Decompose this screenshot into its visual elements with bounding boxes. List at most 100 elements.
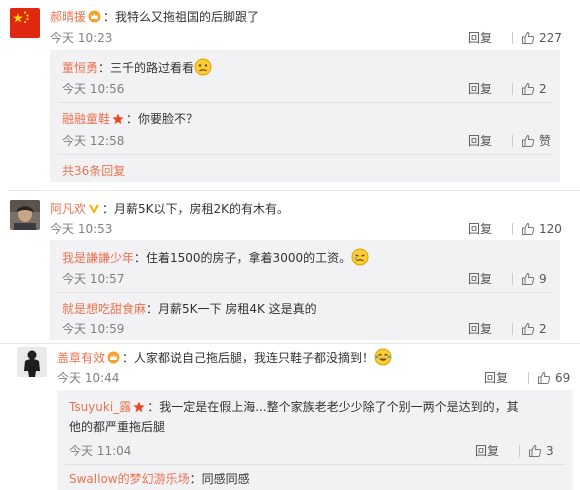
avatar[interactable]: [10, 8, 40, 38]
verified-v-icon: [88, 203, 100, 218]
like-button[interactable]: 2: [521, 322, 547, 336]
star-badge-icon: [133, 401, 145, 416]
username-link[interactable]: 盖章有效: [57, 351, 105, 365]
avatar[interactable]: [10, 200, 40, 230]
star-badge-icon: [112, 113, 124, 128]
reply-body: ：你要脸不？: [126, 112, 199, 126]
like-button[interactable]: 赞: [521, 132, 551, 149]
reply-body: ：月薪5K一下 房租4K 这是真的: [146, 302, 317, 316]
divider: [65, 464, 565, 465]
thumbs-up-icon: [522, 322, 535, 335]
thumbs-up-icon: [522, 272, 535, 285]
like-count: 3: [546, 443, 554, 458]
reply-text: 我是謙謙少年：住着1500的房子，拿着3000的工资。: [62, 248, 369, 269]
like-count: 9: [539, 271, 547, 286]
reply-button[interactable]: 回复: [468, 132, 512, 149]
like-count: 赞: [539, 134, 552, 148]
like-button[interactable]: 227: [521, 31, 562, 45]
timestamp: 今天 11:04: [69, 444, 132, 458]
separator: [512, 134, 513, 147]
timestamp: 今天 10:57: [62, 272, 125, 286]
username-link[interactable]: Tsuyuki_露: [69, 400, 131, 414]
reply-actions: 回复 3: [475, 442, 554, 459]
reply-text: Tsuyuki_露 ：我一定是在假上海...整个家族老老少少除了个别一两个是达到的…: [69, 398, 519, 416]
crying-face-emoji-icon: [351, 248, 369, 269]
username-link[interactable]: Swallow的梦幻游乐场: [69, 472, 190, 486]
comment-body: ：人家都说自己拖后腿，我连只鞋子都没摘到！: [122, 351, 375, 365]
more-replies-link[interactable]: 共36条回复: [62, 162, 125, 179]
reply-button[interactable]: 回复: [468, 320, 512, 337]
reply-body: ：同感同感: [189, 472, 250, 486]
separator: [528, 371, 529, 384]
reply-actions: 回复 2: [468, 320, 547, 337]
reply-button[interactable]: 回复: [484, 369, 528, 386]
reply-actions: 回复 9: [468, 270, 547, 287]
reply-list: Tsuyuki_露 ：我一定是在假上海...整个家族老老少少除了个别一两个是达到的…: [57, 390, 573, 490]
like-button[interactable]: 2: [521, 82, 547, 96]
separator: [512, 82, 513, 95]
reply-button[interactable]: 回复: [468, 270, 512, 287]
sad-face-emoji-icon: [194, 58, 212, 79]
reply-text-continued: 他的都严重拖后腿: [69, 420, 166, 434]
timestamp: 今天 10:53: [50, 222, 113, 236]
like-button[interactable]: 69: [537, 371, 570, 385]
username-link[interactable]: 融融童鞋: [62, 112, 110, 126]
username-link[interactable]: 郝晴援: [50, 10, 86, 24]
comment-divider: [0, 343, 580, 344]
vip-crown-icon: [107, 351, 120, 367]
thumbs-up-icon: [538, 371, 551, 384]
like-count: 69: [555, 370, 571, 385]
reply-text: 就是想吃甜食麻：月薪5K一下 房租4K 这是真的: [62, 300, 317, 317]
thumbs-up-icon: [522, 31, 535, 44]
separator: [512, 31, 513, 44]
comment-actions: 回复 227: [468, 29, 562, 46]
timestamp: 今天 10:23: [50, 31, 113, 45]
reply-actions: 回复 2: [468, 80, 547, 97]
comment-text: 郝晴援 ：我特么又拖祖国的后脚跟了: [50, 8, 259, 26]
divider: [58, 154, 552, 155]
thumbs-up-icon: [529, 444, 542, 457]
reply-list: 董恒勇：三千的路过看看 今天 10:56 回复 2 融融童鞋 ：你要脸不？ 今天 …: [50, 50, 560, 182]
reply-button[interactable]: 回复: [468, 220, 512, 237]
thumbs-up-icon: [522, 134, 535, 147]
separator: [512, 222, 513, 235]
separator: [512, 322, 513, 335]
like-count: 2: [539, 81, 547, 96]
reply-list: 我是謙謙少年：住着1500的房子，拿着3000的工资。 今天 10:57 回复 …: [50, 240, 560, 340]
reply-actions: 回复 赞: [468, 132, 551, 149]
username-link[interactable]: 阿凡欢: [50, 202, 86, 216]
separator: [519, 444, 520, 457]
comment-body: ：我特么又拖祖国的后脚跟了: [103, 10, 260, 24]
like-count: 2: [539, 321, 547, 336]
reply-text: 融融童鞋 ：你要脸不？: [62, 110, 198, 128]
comment-divider: [8, 190, 580, 191]
vip-crown-icon: [88, 10, 101, 26]
reply-body: ：住着1500的房子，拿着3000的工资。: [134, 251, 352, 265]
user-photo-icon: [10, 200, 40, 230]
reply-text: 董恒勇：三千的路过看看: [62, 58, 212, 79]
comment-actions: 回复 120: [468, 220, 562, 237]
timestamp: 今天 12:58: [62, 134, 125, 148]
reply-body: ：三千的路过看看: [98, 61, 195, 75]
like-count: 120: [539, 221, 562, 236]
comment-text: 阿凡欢 ：月薪5K以下，房租2K的有木有。: [50, 200, 289, 218]
like-button[interactable]: 120: [521, 222, 562, 236]
username-link[interactable]: 董恒勇: [62, 61, 98, 75]
timestamp: 今天 10:59: [62, 322, 125, 336]
comment-body: ：月薪5K以下，房租2K的有木有。: [102, 202, 290, 216]
like-button[interactable]: 9: [521, 272, 547, 286]
username-link[interactable]: 就是想吃甜食麻: [62, 302, 146, 316]
reply-button[interactable]: 回复: [468, 80, 512, 97]
reply-button[interactable]: 回复: [468, 29, 512, 46]
reply-text: Swallow的梦幻游乐场：同感同感: [69, 470, 250, 487]
divider: [58, 102, 552, 103]
laughing-tears-emoji-icon: [374, 348, 392, 369]
thumbs-up-icon: [522, 82, 535, 95]
avatar[interactable]: [17, 347, 47, 377]
user-photo-icon: [17, 347, 47, 377]
reply-button[interactable]: 回复: [475, 442, 519, 459]
timestamp: 今天 10:44: [57, 371, 120, 385]
divider: [58, 292, 552, 293]
username-link[interactable]: 我是謙謙少年: [62, 251, 134, 265]
like-button[interactable]: 3: [528, 444, 554, 458]
